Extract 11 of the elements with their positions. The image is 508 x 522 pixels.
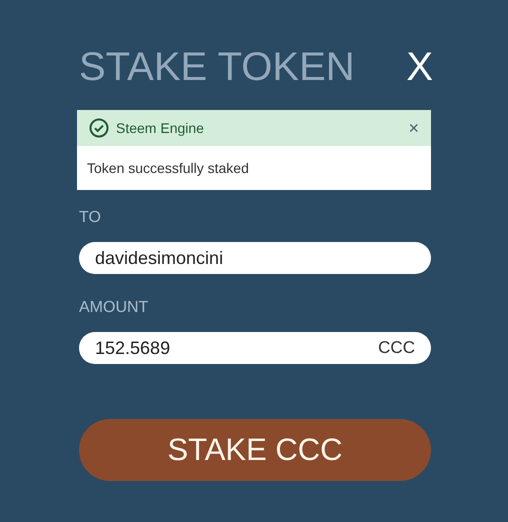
input-field[interactable]: davidesimoncini: [79, 242, 431, 274]
field-label: AMOUNT: [79, 298, 148, 318]
close-button[interactable]: X: [406, 47, 433, 87]
notification-title: Steem Engine: [116, 118, 204, 138]
field-label: TO: [79, 208, 101, 228]
notification-message: Token successfully staked: [87, 158, 249, 178]
input-field[interactable]: 152.5689 CCC: [79, 332, 431, 364]
dialog-title: STAKE TOKEN: [78, 47, 355, 87]
close-button[interactable]: ×: [408, 119, 419, 137]
check-circle-icon: [89, 118, 109, 138]
stake-button[interactable]: STAKE CCC: [79, 419, 431, 481]
